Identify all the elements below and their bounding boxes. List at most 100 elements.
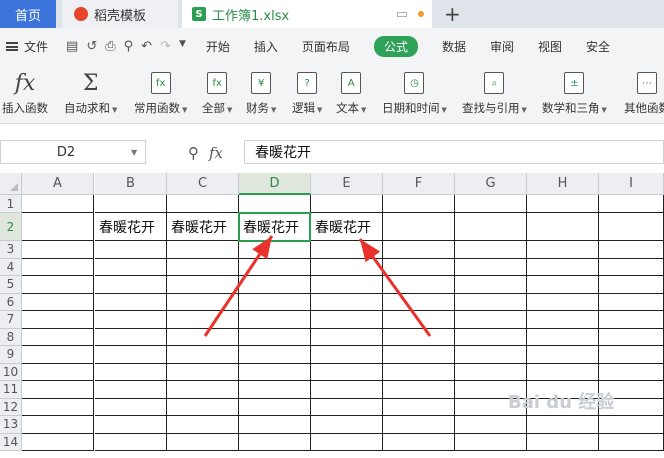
cell-C4[interactable] bbox=[167, 258, 239, 276]
cell-F2[interactable] bbox=[383, 213, 455, 241]
cell-C1[interactable] bbox=[167, 195, 239, 213]
cell-F7[interactable] bbox=[383, 311, 455, 329]
ribbon-button[interactable]: ± 数学和三角 ▼ bbox=[542, 68, 607, 116]
cell-H1[interactable] bbox=[527, 195, 599, 213]
cell-E13[interactable] bbox=[311, 416, 383, 434]
cell-H5[interactable] bbox=[527, 276, 599, 294]
cell-A8[interactable] bbox=[22, 328, 94, 346]
cell-D5[interactable] bbox=[239, 276, 311, 294]
row-header[interactable]: 3 bbox=[0, 241, 22, 259]
ribbon-button[interactable]: ⌕ 查找与引用 ▼ bbox=[462, 68, 527, 116]
menu-item[interactable]: 安全 bbox=[586, 38, 610, 55]
column-header[interactable]: E bbox=[311, 173, 383, 195]
menu-item[interactable]: 数据 bbox=[442, 38, 466, 55]
cell-G8[interactable] bbox=[455, 328, 527, 346]
cell-I8[interactable] bbox=[599, 328, 664, 346]
cell-A5[interactable] bbox=[22, 276, 94, 294]
cell-F13[interactable] bbox=[383, 416, 455, 434]
cell-G13[interactable] bbox=[455, 416, 527, 434]
cell-B9[interactable] bbox=[95, 346, 167, 364]
column-header[interactable]: B bbox=[95, 173, 167, 195]
cell-G1[interactable] bbox=[455, 195, 527, 213]
row-header[interactable]: 1 bbox=[0, 195, 22, 213]
redo-icon[interactable]: ↷ bbox=[160, 39, 171, 54]
row-header[interactable]: 10 bbox=[0, 363, 22, 381]
cell-A11[interactable] bbox=[22, 381, 94, 399]
spreadsheet-grid[interactable]: A B C D E F G H I 1 2 春暖花开 春暖花开 春暖花开 春暖花开 3 4 5 6 7 8 9 10 11 12… bbox=[0, 173, 664, 458]
cell-A7[interactable] bbox=[22, 311, 94, 329]
row-header[interactable]: 14 bbox=[0, 433, 22, 451]
row-header[interactable]: 9 bbox=[0, 346, 22, 364]
row-header[interactable]: 6 bbox=[0, 293, 22, 311]
cell-C8[interactable] bbox=[167, 328, 239, 346]
ribbon-button[interactable]: ? 逻辑 ▼ bbox=[292, 68, 322, 116]
cell-E2[interactable]: 春暖花开 bbox=[311, 213, 383, 241]
file-menu-button[interactable]: 文件 bbox=[6, 38, 48, 55]
cell-B13[interactable] bbox=[95, 416, 167, 434]
cell-G5[interactable] bbox=[455, 276, 527, 294]
row-header[interactable]: 2 bbox=[0, 213, 22, 241]
preview-icon[interactable]: ⚲ bbox=[124, 39, 134, 54]
cell-F6[interactable] bbox=[383, 293, 455, 311]
cell-E7[interactable] bbox=[311, 311, 383, 329]
menu-item[interactable]: 开始 bbox=[206, 38, 230, 55]
cell-I7[interactable] bbox=[599, 311, 664, 329]
cell-H4[interactable] bbox=[527, 258, 599, 276]
menu-item[interactable]: 插入 bbox=[254, 38, 278, 55]
cell-E4[interactable] bbox=[311, 258, 383, 276]
cell-F12[interactable] bbox=[383, 398, 455, 416]
cell-H2[interactable] bbox=[527, 213, 599, 241]
cell-H14[interactable] bbox=[527, 433, 599, 451]
cell-C11[interactable] bbox=[167, 381, 239, 399]
cell-G4[interactable] bbox=[455, 258, 527, 276]
cell-I5[interactable] bbox=[599, 276, 664, 294]
cell-E5[interactable] bbox=[311, 276, 383, 294]
cell-I3[interactable] bbox=[599, 241, 664, 259]
cell-A9[interactable] bbox=[22, 346, 94, 364]
column-header[interactable]: D bbox=[239, 173, 311, 195]
cell-I6[interactable] bbox=[599, 293, 664, 311]
cell-B2[interactable]: 春暖花开 bbox=[95, 213, 167, 241]
cell-F3[interactable] bbox=[383, 241, 455, 259]
tab-home[interactable]: 首页 bbox=[0, 0, 56, 28]
cell-A10[interactable] bbox=[22, 363, 94, 381]
menu-item[interactable]: 视图 bbox=[538, 38, 562, 55]
cell-B11[interactable] bbox=[95, 381, 167, 399]
cell-I9[interactable] bbox=[599, 346, 664, 364]
cell-C7[interactable] bbox=[167, 311, 239, 329]
save-icon[interactable]: ▤ bbox=[66, 39, 78, 54]
ribbon-button[interactable]: Σ 自动求和 ▼ bbox=[64, 68, 117, 116]
cell-B1[interactable] bbox=[95, 195, 167, 213]
cell-I13[interactable] bbox=[599, 416, 664, 434]
cell-F14[interactable] bbox=[383, 433, 455, 451]
cell-B5[interactable] bbox=[95, 276, 167, 294]
cell-D8[interactable] bbox=[239, 328, 311, 346]
cell-G10[interactable] bbox=[455, 363, 527, 381]
cell-A2[interactable] bbox=[22, 213, 94, 241]
cell-D1[interactable] bbox=[239, 195, 311, 213]
cell-G9[interactable] bbox=[455, 346, 527, 364]
cell-E8[interactable] bbox=[311, 328, 383, 346]
cell-H9[interactable] bbox=[527, 346, 599, 364]
cell-I1[interactable] bbox=[599, 195, 664, 213]
cell-B7[interactable] bbox=[95, 311, 167, 329]
cell-E14[interactable] bbox=[311, 433, 383, 451]
cell-A6[interactable] bbox=[22, 293, 94, 311]
monitor-icon[interactable]: ▭ bbox=[396, 7, 408, 22]
ribbon-button[interactable]: ⋯ 其他函数 bbox=[624, 68, 664, 116]
cell-H7[interactable] bbox=[527, 311, 599, 329]
menu-item[interactable]: 审阅 bbox=[490, 38, 514, 55]
cell-D7[interactable] bbox=[239, 311, 311, 329]
cell-D13[interactable] bbox=[239, 416, 311, 434]
cell-I4[interactable] bbox=[599, 258, 664, 276]
cell-F5[interactable] bbox=[383, 276, 455, 294]
cell-F8[interactable] bbox=[383, 328, 455, 346]
cell-C12[interactable] bbox=[167, 398, 239, 416]
menu-item[interactable]: 页面布局 bbox=[302, 38, 350, 55]
new-tab-button[interactable]: + bbox=[444, 2, 461, 26]
cell-B3[interactable] bbox=[95, 241, 167, 259]
print-icon[interactable]: ⎙ bbox=[105, 39, 115, 54]
cell-E3[interactable] bbox=[311, 241, 383, 259]
column-header[interactable]: I bbox=[599, 173, 664, 195]
cell-G2[interactable] bbox=[455, 213, 527, 241]
